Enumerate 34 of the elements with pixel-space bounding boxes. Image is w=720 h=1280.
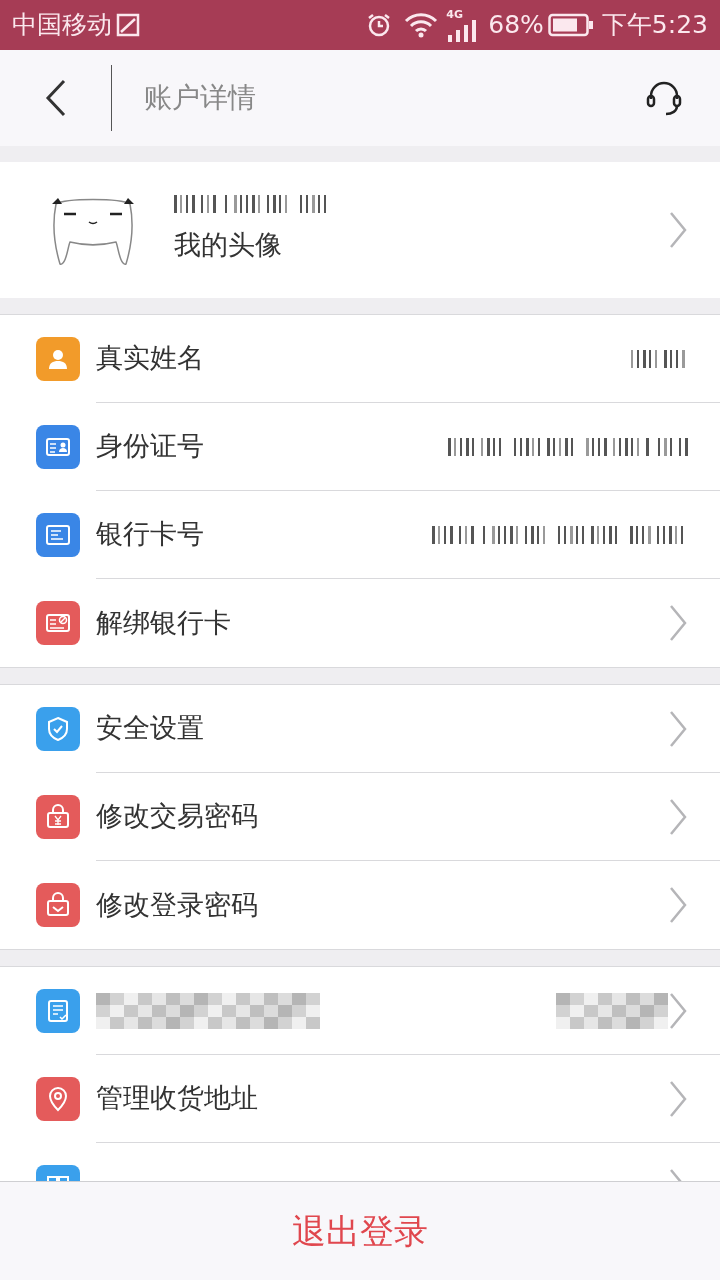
row-label: 安全设置 xyxy=(96,711,204,746)
settings-row[interactable] xyxy=(0,967,720,1055)
battery-icon xyxy=(547,13,594,37)
settings-row[interactable]: 真实姓名 xyxy=(0,315,720,403)
chevron-right-icon xyxy=(668,885,688,925)
settings-row[interactable]: 修改交易密码 xyxy=(0,773,720,861)
back-icon xyxy=(44,79,67,117)
avatar-label: 我的头像 xyxy=(174,227,283,262)
network-type: 4G xyxy=(446,8,463,20)
avatar-row[interactable]: 我的头像 xyxy=(0,162,720,298)
row-label: 修改登录密码 xyxy=(96,887,258,922)
logout-button[interactable]: 退出登录 xyxy=(268,1197,452,1265)
row-label: 银行卡号 xyxy=(96,517,204,552)
chevron-right-icon xyxy=(668,603,688,643)
wifi-icon xyxy=(404,12,439,38)
settings-row[interactable]: 安全设置 xyxy=(0,685,720,773)
row-label: 身份证号 xyxy=(96,429,204,464)
settings-row[interactable]: 修改登录密码 xyxy=(0,861,720,949)
row-label: 解绑银行卡 xyxy=(96,605,231,640)
settings-row[interactable]: 解绑银行卡 xyxy=(0,579,720,667)
clock-time: 下午5:23 xyxy=(601,9,708,42)
row-label: 修改交易密码 xyxy=(96,799,258,834)
settings-row[interactable]: 管理收货地址 xyxy=(0,1055,720,1143)
battery-percent: 68% xyxy=(488,9,544,42)
page-title: 账户详情 xyxy=(144,80,256,116)
row-label: 管理收货地址 xyxy=(96,1081,258,1116)
settings-row[interactable]: 身份证号 xyxy=(0,403,720,491)
row-label: 真实姓名 xyxy=(96,341,204,376)
image-icon xyxy=(116,13,140,37)
signal-icon xyxy=(446,19,477,42)
chevron-right-icon xyxy=(668,210,688,250)
settings-row[interactable]: 银行卡号 xyxy=(0,491,720,579)
headset-icon xyxy=(645,79,683,117)
carrier-name: 中国移动 xyxy=(12,9,112,42)
